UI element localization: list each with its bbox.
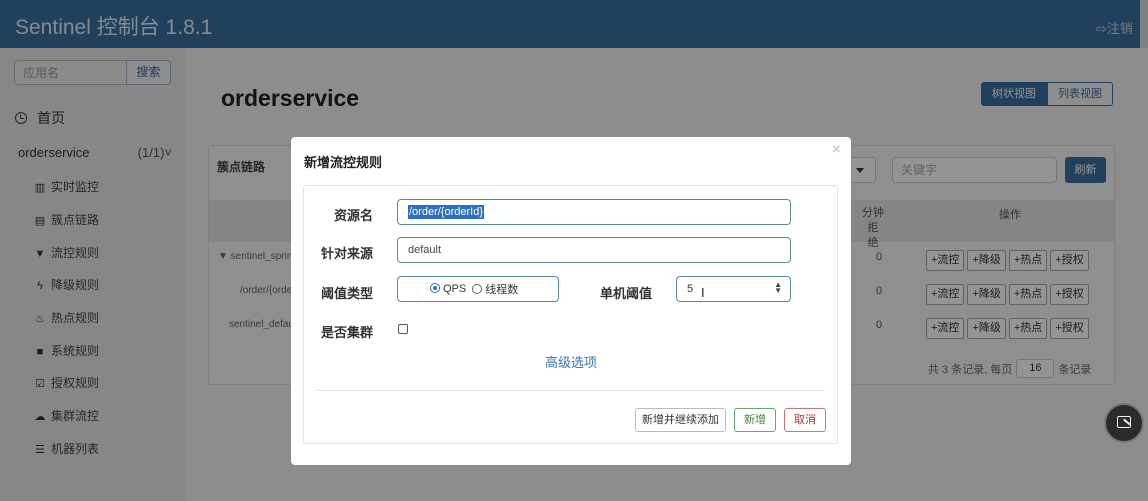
spinner-icon[interactable]: ▲ ▼ <box>774 281 782 295</box>
qps-radio[interactable]: QPS <box>430 283 466 295</box>
threshold-type-label: 阈值类型 <box>321 286 374 301</box>
origin-input[interactable]: default <box>397 237 791 263</box>
single-threshold-label: 单机阈值 <box>600 286 653 301</box>
single-threshold-input[interactable]: 5 I ▲ ▼ <box>676 276 791 302</box>
cluster-label: 是否集群 <box>321 325 374 340</box>
origin-label: 针对来源 <box>321 246 374 261</box>
dialog-title: 新增流控规则 <box>304 155 383 170</box>
threads-label: 线程数 <box>485 284 519 296</box>
radio-unchecked-icon <box>472 284 483 294</box>
add-button[interactable]: 新增 <box>734 408 776 432</box>
threads-radio[interactable]: 线程数 <box>472 281 518 297</box>
floating-screen-button[interactable] <box>1104 403 1144 443</box>
close-icon[interactable]: × <box>832 141 841 159</box>
resource-input[interactable]: /order/{orderId} <box>397 199 791 225</box>
text-cursor-icon: I <box>701 285 705 300</box>
divider <box>316 390 825 391</box>
qps-label: QPS <box>443 283 467 295</box>
advanced-options-link[interactable]: 高级选项 <box>545 352 597 371</box>
resource-label: 资源名 <box>334 208 374 223</box>
threshold-value: 5 <box>687 283 694 295</box>
threshold-type-radio-group: QPS 线程数 <box>397 276 559 302</box>
cancel-button[interactable]: 取消 <box>784 408 826 432</box>
add-and-continue-button[interactable]: 新增并继续添加 <box>635 408 726 432</box>
add-flow-rule-dialog: 新增流控规则 × 资源名 /order/{orderId} 针对来源 defau… <box>291 137 851 465</box>
resource-value: /order/{orderId} <box>408 205 484 219</box>
screen-capture-icon <box>1117 416 1131 428</box>
cluster-checkbox[interactable] <box>398 324 408 334</box>
radio-checked-icon <box>430 283 440 293</box>
